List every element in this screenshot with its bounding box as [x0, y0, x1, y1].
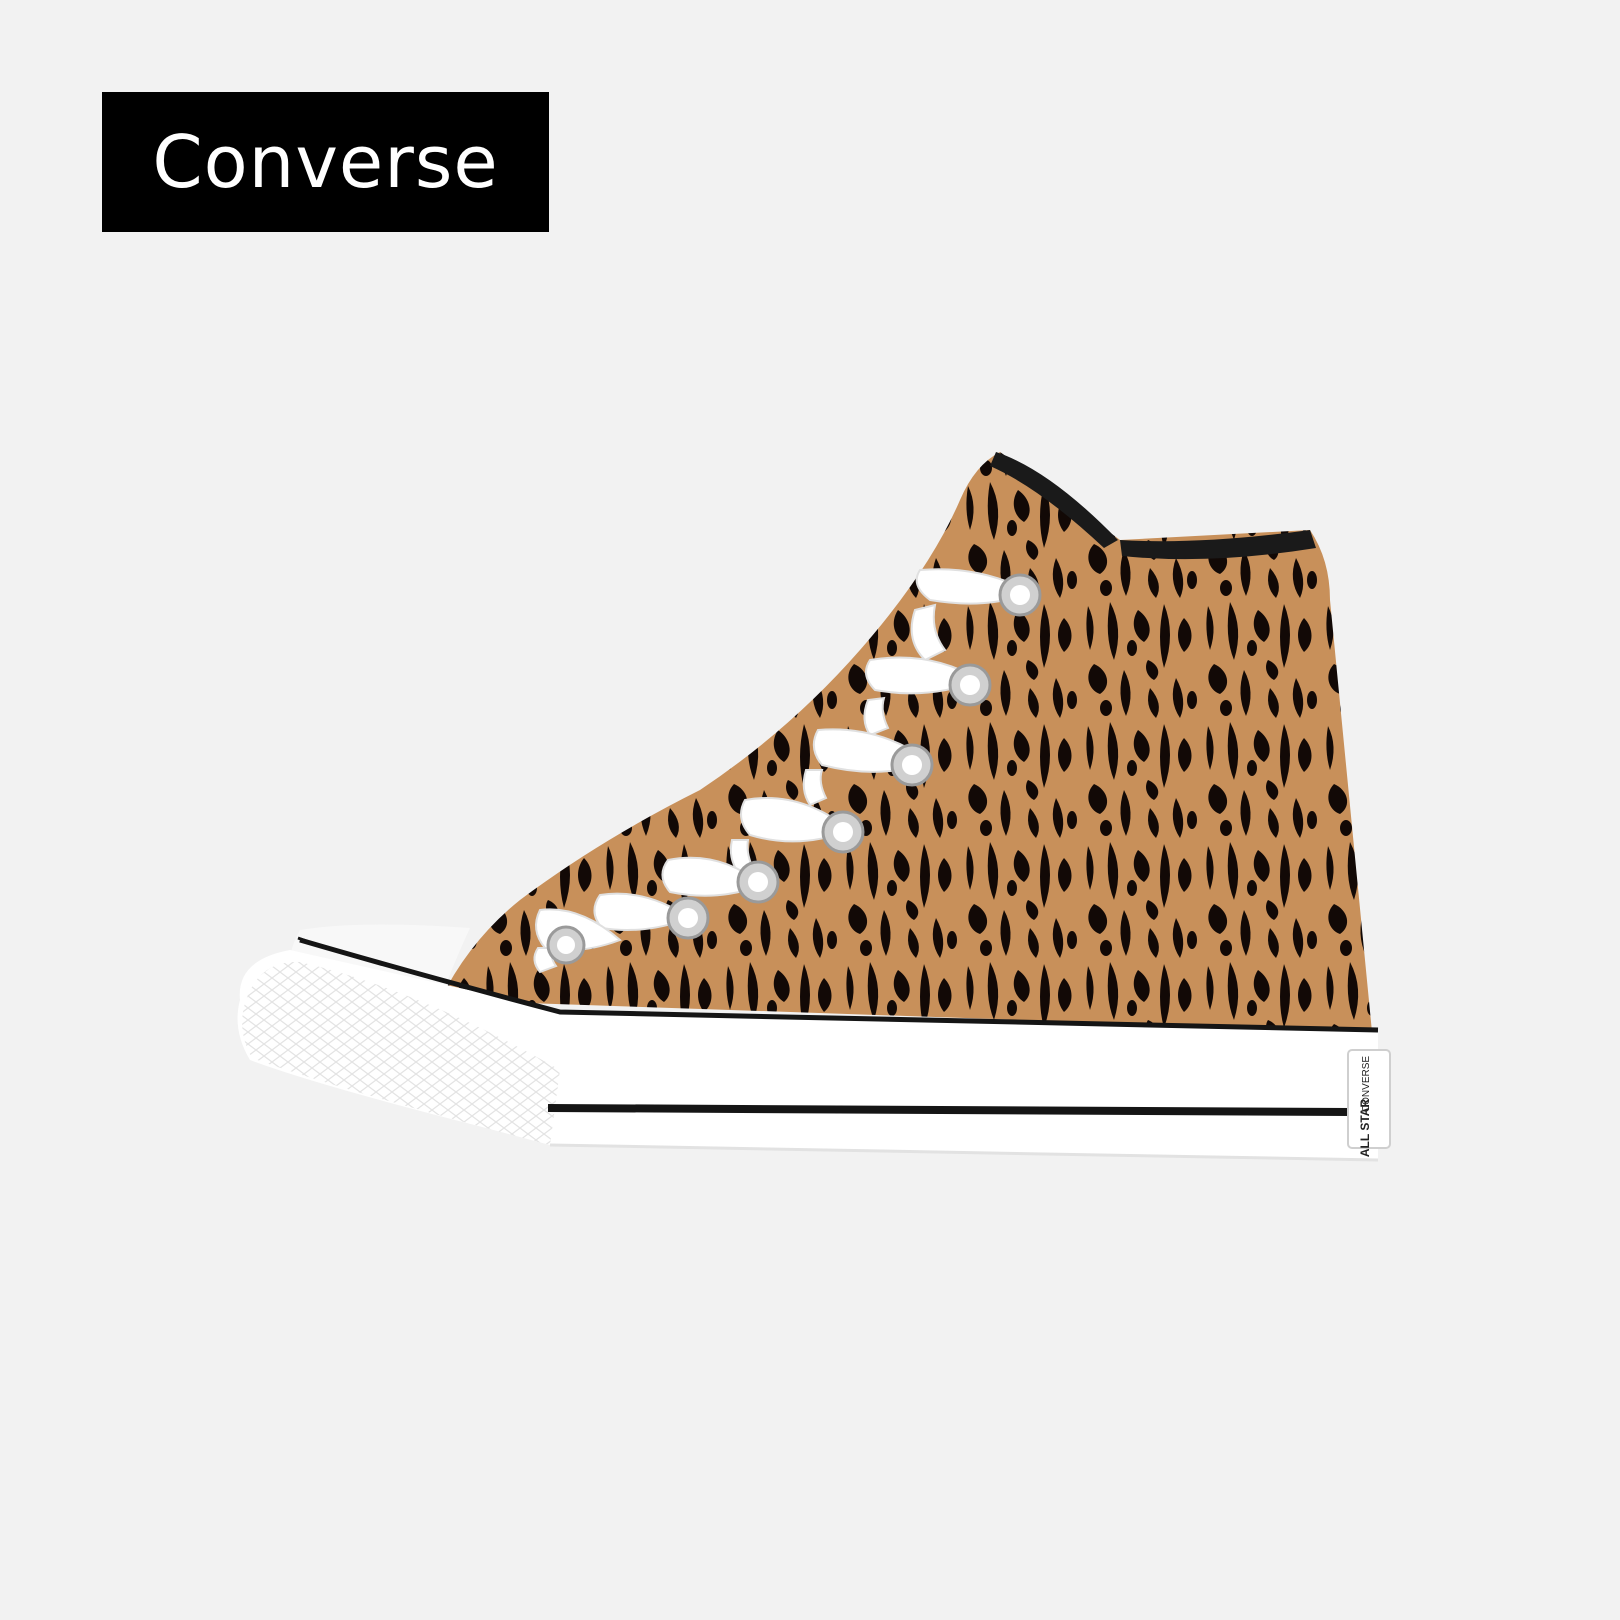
brand-badge: Converse	[102, 92, 549, 232]
foxing-mid-stripe	[547, 1104, 1351, 1116]
eyelet	[1010, 585, 1030, 605]
sneaker-image: CONVERSE ALL STAR	[0, 0, 1620, 1620]
eyelet	[557, 936, 575, 954]
eyelet	[960, 675, 980, 695]
brand-label: Converse	[152, 120, 499, 204]
heel-label-text-bottom: ALL STAR	[1358, 1099, 1372, 1158]
eyelet	[678, 908, 698, 928]
eyelet	[833, 822, 853, 842]
product-image-canvas: CONVERSE ALL STAR Converse	[0, 0, 1620, 1620]
eyelet	[748, 872, 768, 892]
eyelet	[902, 755, 922, 775]
heel-label: CONVERSE ALL STAR	[1347, 1049, 1391, 1158]
